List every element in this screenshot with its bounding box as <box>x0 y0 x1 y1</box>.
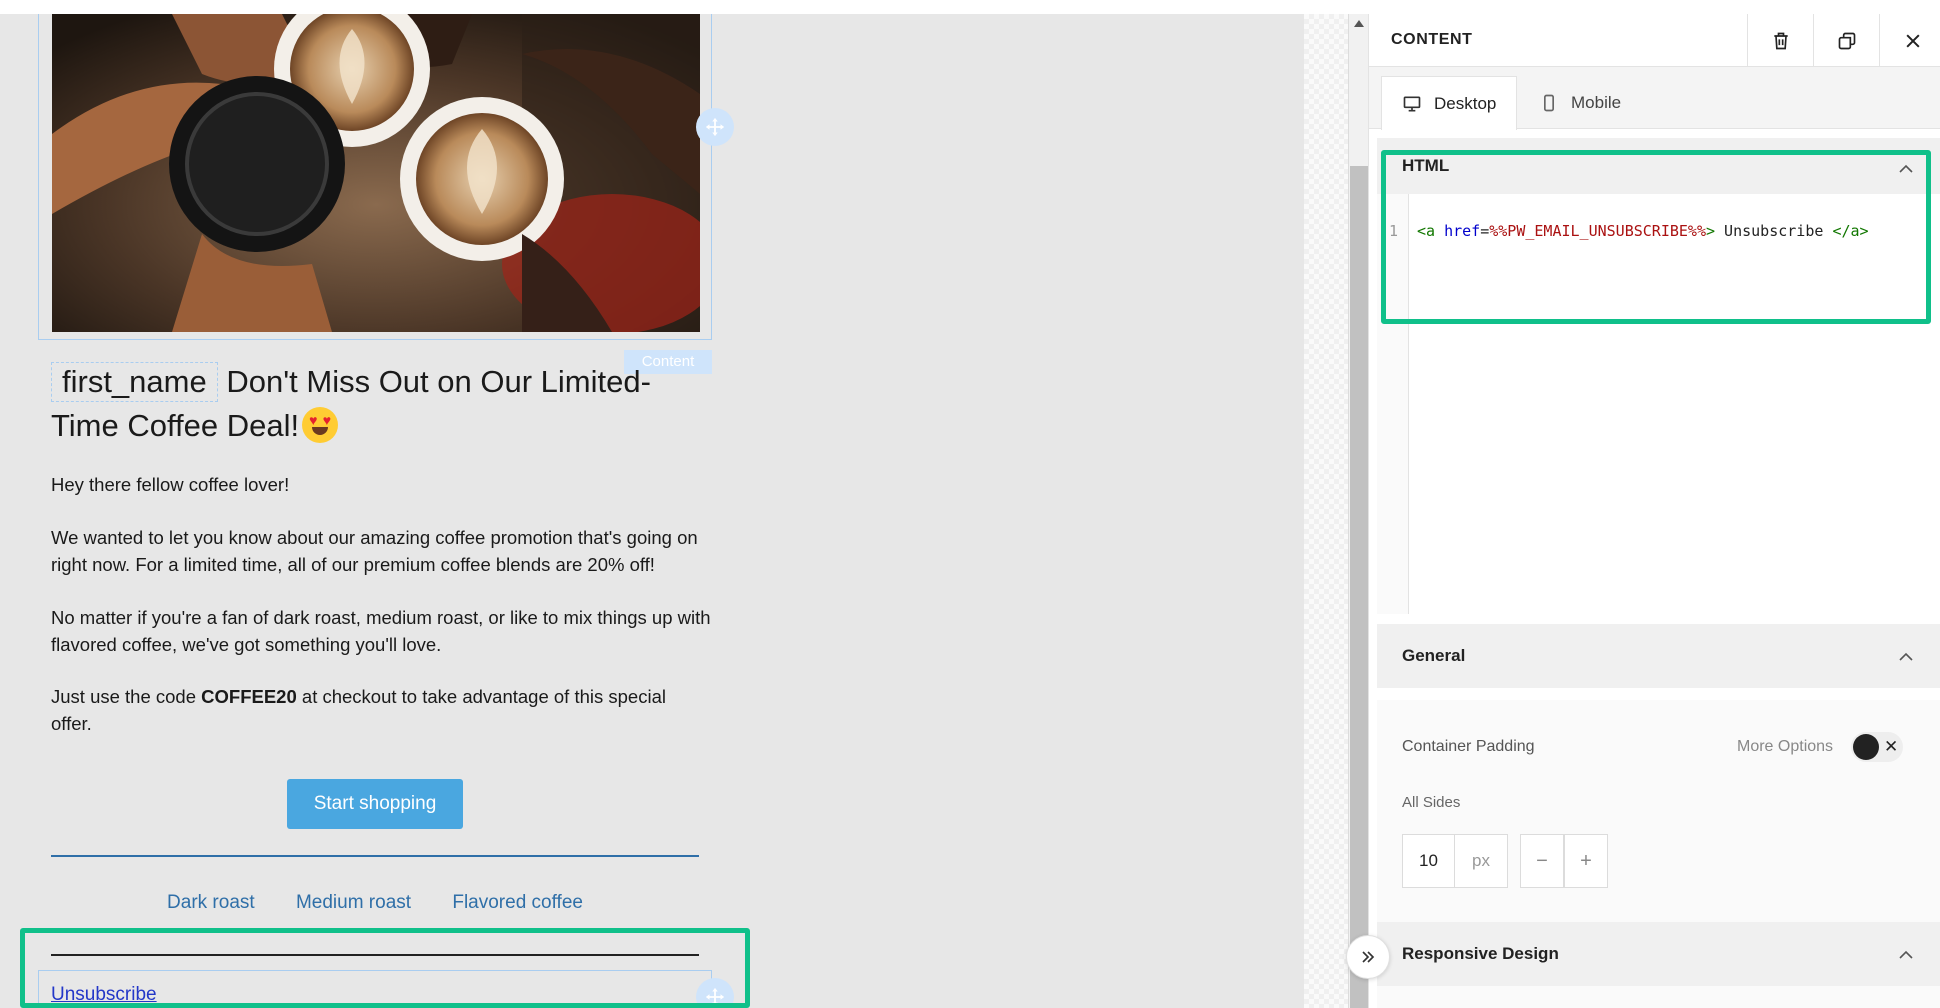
coffee-image[interactable] <box>52 14 700 332</box>
responsive-section-title: Responsive Design <box>1402 944 1559 963</box>
canvas-scrollbar[interactable] <box>1348 14 1368 1008</box>
toggle-x-icon: ✕ <box>1884 737 1899 756</box>
paragraph-promo[interactable]: We wanted to let you know about our amaz… <box>51 525 711 578</box>
padding-increment-button[interactable]: + <box>1564 834 1608 888</box>
divider <box>51 855 699 857</box>
html-highlight-box <box>1381 150 1931 324</box>
image-move-handle[interactable] <box>696 108 734 146</box>
top-strip <box>0 0 1940 14</box>
scrollbar-thumb[interactable] <box>1350 166 1368 1008</box>
canvas-edge <box>1304 14 1348 1008</box>
trash-icon <box>1773 32 1788 49</box>
all-sides-label: All Sides <box>1402 794 1461 811</box>
close-icon <box>1905 33 1920 48</box>
tab-desktop-label: Desktop <box>1434 93 1497 113</box>
image-block-selection[interactable] <box>38 14 712 340</box>
start-shopping-button[interactable]: Start shopping <box>287 779 463 829</box>
responsive-section-body <box>1377 986 1940 1008</box>
footer-link-flavored-coffee[interactable]: Flavored coffee <box>452 892 583 913</box>
paragraph-code[interactable]: Just use the code COFFEE20 at checkout t… <box>51 684 711 737</box>
chevron-up-icon[interactable] <box>1899 948 1913 962</box>
responsive-section-header[interactable]: Responsive Design <box>1377 922 1940 986</box>
coffee-image-graphic <box>52 14 700 332</box>
more-options-toggle[interactable]: ✕ <box>1851 732 1903 762</box>
general-section-body: Container Padding More Options ✕ All Sid… <box>1377 700 1940 922</box>
properties-panel: CONTENT Desktop Mobile HTML 1 <a href=%%… <box>1368 14 1940 1008</box>
first-name-merge-tag[interactable]: first_name <box>51 362 218 402</box>
desktop-icon <box>1403 96 1421 111</box>
double-chevron-right-icon <box>1362 951 1375 963</box>
panel-title: CONTENT <box>1391 31 1473 48</box>
footer-links: Dark roast Medium roast Flavored coffee <box>51 892 699 914</box>
promo-code: COFFEE20 <box>201 686 297 707</box>
general-section-title: General <box>1402 646 1466 665</box>
email-canvas: Content first_name Don't Miss Out on Our… <box>0 14 1304 1008</box>
duplicate-button[interactable] <box>1813 14 1879 67</box>
duplicate-icon <box>1838 32 1855 49</box>
tab-mobile[interactable]: Mobile <box>1519 76 1641 130</box>
tab-mobile-label: Mobile <box>1571 93 1622 112</box>
unsubscribe-highlight-box <box>20 928 750 1008</box>
code-text-before: Just use the code <box>51 686 202 707</box>
padding-value[interactable]: 10 <box>1403 835 1455 887</box>
move-icon <box>705 117 725 137</box>
heart-eyes-emoji-icon <box>302 406 339 443</box>
padding-unit: px <box>1472 851 1490 870</box>
paragraph-greeting[interactable]: Hey there fellow coffee lover! <box>51 472 711 499</box>
container-padding-label: Container Padding <box>1402 738 1535 755</box>
footer-link-dark-roast[interactable]: Dark roast <box>167 892 255 913</box>
device-tabs: Desktop Mobile <box>1369 67 1940 130</box>
mobile-icon <box>1544 94 1554 112</box>
collapse-panel-button[interactable] <box>1346 935 1390 979</box>
panel-header: CONTENT <box>1369 14 1940 67</box>
paragraph-roasts[interactable]: No matter if you're a fan of dark roast,… <box>51 605 711 658</box>
toggle-knob <box>1853 734 1879 760</box>
padding-input[interactable]: 10 px <box>1402 834 1508 888</box>
footer-link-medium-roast[interactable]: Medium roast <box>296 892 411 913</box>
general-section-header[interactable]: General <box>1377 624 1940 688</box>
more-options-label: More Options <box>1737 738 1834 755</box>
scroll-up-arrow-icon[interactable] <box>1354 20 1364 27</box>
padding-decrement-button[interactable]: − <box>1520 834 1564 888</box>
delete-button[interactable] <box>1747 14 1813 67</box>
chevron-up-icon[interactable] <box>1899 650 1913 664</box>
tab-desktop[interactable]: Desktop <box>1381 76 1518 130</box>
headline[interactable]: first_name Don't Miss Out on Our Limited… <box>51 360 701 448</box>
close-button[interactable] <box>1879 14 1940 67</box>
